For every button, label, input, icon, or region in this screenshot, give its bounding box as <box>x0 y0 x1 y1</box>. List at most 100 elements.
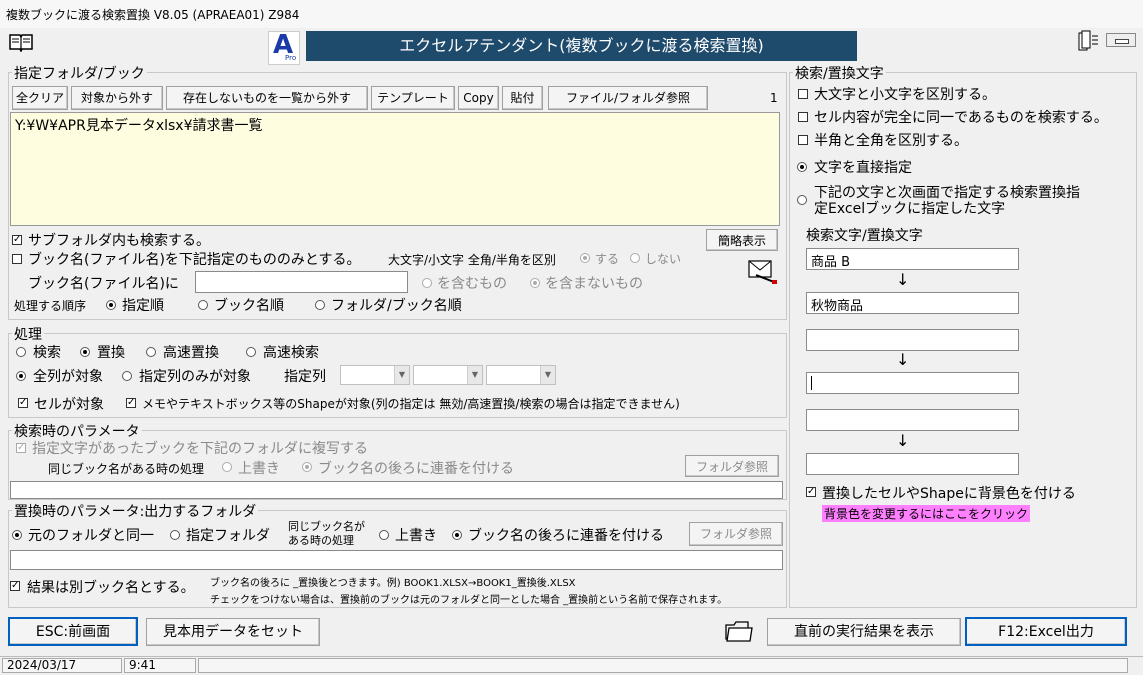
remove-button[interactable]: 対象から外す <box>71 86 163 110</box>
clear-all-button[interactable]: 全クリア <box>12 86 68 110</box>
template-button[interactable]: テンプレート <box>371 86 455 110</box>
all-columns-label: 全列が対象 <box>33 369 103 385</box>
column-combo-1[interactable]: ▼ <box>340 365 410 385</box>
replace-radio[interactable] <box>80 347 90 357</box>
exact-match-label: セル内容が完全に同一であるものを検索する。 <box>814 110 1108 126</box>
order-bookname-label: ブック名順 <box>214 298 284 314</box>
title-bar: 複数ブックに渡る検索置換 V8.05 (APRAEA01) Z984 <box>0 0 1143 28</box>
search-radio[interactable] <box>16 347 26 357</box>
replace-text-2[interactable] <box>806 372 1019 394</box>
specified-columns-radio[interactable] <box>122 371 132 381</box>
fast-replace-radio[interactable] <box>146 347 156 357</box>
fast-search-radio[interactable] <box>246 347 256 357</box>
note-line2: チェックをつけない場合は、置換前のブックは元のフォルダと同一とした場合 _置換前… <box>210 595 728 606</box>
contains-radio[interactable] <box>422 278 432 288</box>
order-bookname-radio[interactable] <box>198 300 208 310</box>
search-add-number-radio[interactable] <box>302 462 312 472</box>
case-no-radio[interactable] <box>630 253 640 263</box>
indirect-radio[interactable] <box>797 195 807 205</box>
text-cursor <box>811 375 812 390</box>
order-label: 処理する順序 <box>14 299 87 313</box>
arrow-2: ↓ <box>896 350 910 369</box>
search-folder-browse-button[interactable]: フォルダ参照 <box>685 455 779 477</box>
replace-folder-input[interactable] <box>10 550 783 570</box>
folder-list[interactable]: Y:¥W¥APR見本データxlsx¥請求書一覧 <box>10 112 780 226</box>
copy-book-label: 指定文字があったブックを下記のフォルダに複写する <box>32 441 368 457</box>
remove-missing-button[interactable]: 存在しないものを一覧から外す <box>166 86 368 110</box>
minimize-button[interactable] <box>1106 33 1136 47</box>
replace-text-1[interactable]: 秋物商品 <box>806 292 1019 314</box>
copy-book-checkbox[interactable]: ✓ <box>16 443 26 453</box>
bookname-filter-label: ブック名(ファイル名)を下記指定のもののみとする。 <box>28 252 361 268</box>
subfolder-label: サブフォルダ内も検索する。 <box>28 233 210 249</box>
bookname-input[interactable] <box>195 271 408 293</box>
bg-color-checkbox[interactable]: ✓ <box>806 487 816 497</box>
width-sensitive-checkbox[interactable] <box>798 135 808 145</box>
order-specified-label: 指定順 <box>122 298 164 314</box>
window-title: 複数ブックに渡る検索置換 V8.05 (APRAEA01) Z984 <box>6 8 300 22</box>
status-time: 9:41 <box>124 658 196 673</box>
folder-icon[interactable] <box>722 617 756 645</box>
search-overwrite-radio[interactable] <box>222 462 232 472</box>
search-text-2[interactable] <box>806 329 1019 351</box>
excel-output-button[interactable]: F12:Excel出力 <box>965 617 1127 646</box>
app-banner: エクセルアテンダント(複数ブックに渡る検索置換) <box>306 31 857 61</box>
specified-folder-radio[interactable] <box>170 530 180 540</box>
case-sensitive-checkbox[interactable] <box>798 89 808 99</box>
paste-button[interactable]: 貼付 <box>502 86 543 110</box>
search-same-name-label: 同じブック名がある時の処理 <box>48 462 205 476</box>
book-icon[interactable] <box>8 32 34 53</box>
replace-add-number-label: ブック名の後ろに連番を付ける <box>468 528 664 544</box>
shapes-checkbox[interactable]: ✓ <box>126 398 136 408</box>
pen-icon[interactable] <box>746 255 778 285</box>
exact-match-checkbox[interactable] <box>798 112 808 122</box>
banner-text: エクセルアテンダント(複数ブックに渡る検索置換) <box>399 36 764 55</box>
replace-folder-browse-button[interactable]: フォルダ参照 <box>689 522 783 546</box>
order-specified-radio[interactable] <box>106 300 116 310</box>
sample-data-button[interactable]: 見本用データをセット <box>146 618 320 646</box>
process-group-title: 処理 <box>12 324 44 344</box>
cells-checkbox[interactable]: ✓ <box>18 398 28 408</box>
indirect-line2: 定Excelブックに指定した文字 <box>814 201 1006 217</box>
bookname-filter-checkbox[interactable] <box>12 254 22 264</box>
search-text-3[interactable] <box>806 409 1019 431</box>
same-folder-radio[interactable] <box>12 530 22 540</box>
not-contains-label: を含まないもの <box>545 276 643 292</box>
bookname-prefix: ブック名(ファイル名)に <box>28 276 179 292</box>
search-label: 検索 <box>33 345 61 361</box>
arrow-3: ↓ <box>896 431 910 450</box>
search-folder-input[interactable] <box>10 481 783 499</box>
case-yes-radio[interactable] <box>580 253 590 263</box>
order-folder-radio[interactable] <box>315 300 325 310</box>
replace-overwrite-radio[interactable] <box>379 530 389 540</box>
direct-radio[interactable] <box>797 162 807 172</box>
bg-color-link[interactable]: 背景色を変更するにはここをクリック <box>822 505 1031 522</box>
direct-label: 文字を直接指定 <box>814 160 912 176</box>
bg-color-label: 置換したセルやShapeに背景色を付ける <box>822 486 1076 502</box>
all-columns-radio[interactable] <box>16 371 26 381</box>
column-combo-3[interactable]: ▼ <box>486 365 556 385</box>
replace-add-number-radio[interactable] <box>452 530 462 540</box>
arrow-1: ↓ <box>896 270 910 289</box>
browse-button[interactable]: ファイル/フォルダ参照 <box>548 86 708 110</box>
cells-label: セルが対象 <box>34 397 104 413</box>
fast-search-label: 高速検索 <box>263 345 319 361</box>
esc-button[interactable]: ESC:前画面 <box>8 617 138 646</box>
column-label: 指定列 <box>284 369 326 385</box>
shapes-label: メモやテキストボックス等のShapeが対象(列の指定は 無効/高速置換/検索の場… <box>142 397 680 411</box>
replace-params-title: 置換時のパラメータ:出力するフォルダ <box>12 501 259 521</box>
result-other-name-checkbox[interactable]: ✓ <box>10 581 20 591</box>
last-result-button[interactable]: 直前の実行結果を表示 <box>767 618 961 646</box>
copy-button[interactable]: Copy <box>458 86 499 110</box>
folder-list-item[interactable]: Y:¥W¥APR見本データxlsx¥請求書一覧 <box>15 115 262 135</box>
simple-view-button[interactable]: 簡略表示 <box>706 229 778 251</box>
replace-same-name-line2: ある時の処理 <box>288 534 354 547</box>
search-text-1[interactable]: 商品 B <box>806 248 1019 270</box>
replace-text-3[interactable] <box>806 453 1019 475</box>
logo-sub: Pro <box>285 54 297 62</box>
status-date: 2024/03/17 <box>2 658 122 673</box>
clip-icon[interactable] <box>1074 30 1100 52</box>
column-combo-2[interactable]: ▼ <box>413 365 483 385</box>
not-contains-radio[interactable] <box>530 278 540 288</box>
subfolder-checkbox[interactable]: ✓ <box>12 235 22 245</box>
